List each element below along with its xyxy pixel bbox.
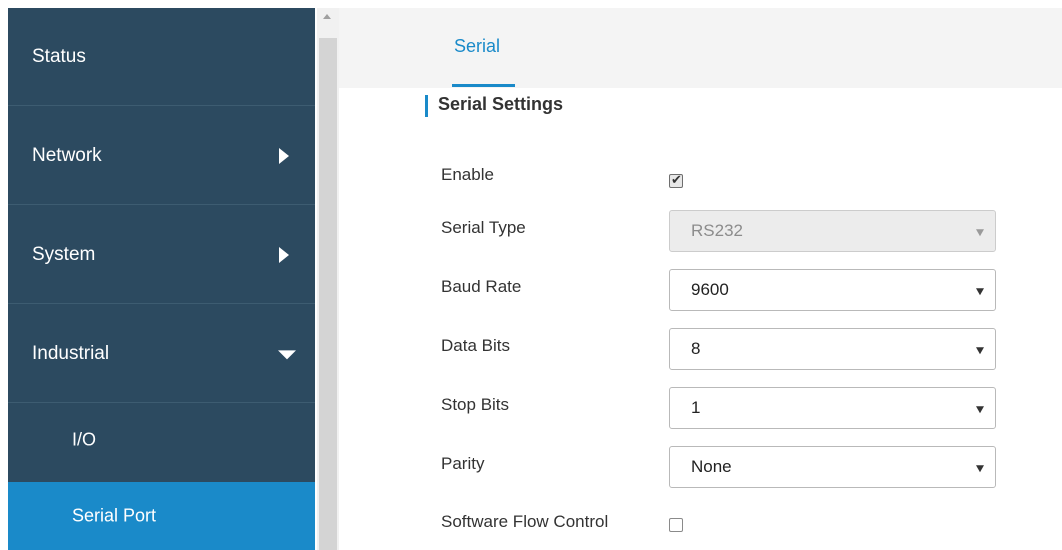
stop-bits-value: 1: [691, 398, 701, 417]
software-flow-control-label: Software Flow Control: [441, 512, 609, 531]
sidebar-subitem-io[interactable]: I/O: [8, 404, 315, 476]
parity-value: None: [691, 457, 732, 476]
sidebar-item-label: Industrial: [32, 342, 110, 364]
sidebar-subitem-serial-port[interactable]: Serial Port: [8, 482, 315, 550]
sidebar-item-label: System: [32, 243, 96, 265]
tab-serial[interactable]: Serial: [454, 36, 500, 57]
chevron-right-icon: [279, 147, 289, 164]
scroll-up-arrow-icon[interactable]: [323, 14, 331, 19]
dropdown-caret-icon: [976, 229, 984, 237]
sidebar-item-network[interactable]: Network: [8, 107, 315, 205]
data-bits-select[interactable]: 8: [669, 328, 996, 370]
dropdown-caret-icon: [976, 347, 984, 355]
enable-label: Enable: [441, 165, 494, 184]
parity-label: Parity: [441, 454, 485, 473]
tab-bar: Serial: [339, 8, 1062, 88]
sidebar-subitem-label: Serial Port: [72, 505, 157, 526]
sidebar-item-label: Status: [32, 45, 86, 67]
baud-rate-value: 9600: [691, 280, 729, 299]
serial-type-label: Serial Type: [441, 218, 526, 237]
chevron-right-icon: [279, 246, 289, 263]
section-title: Serial Settings: [438, 94, 564, 114]
sidebar-subitem-label: I/O: [72, 429, 97, 450]
serial-type-select: RS232: [669, 210, 996, 252]
data-bits-label: Data Bits: [441, 336, 510, 355]
sidebar: Status Network System Industrial I/O Ser…: [8, 8, 315, 550]
serial-type-value: RS232: [691, 221, 743, 240]
sidebar-item-industrial[interactable]: Industrial: [8, 305, 315, 403]
dropdown-caret-icon: [976, 465, 984, 473]
baud-rate-label: Baud Rate: [441, 277, 522, 296]
sidebar-item-system[interactable]: System: [8, 206, 315, 304]
enable-checkbox[interactable]: ✔: [669, 172, 683, 188]
dropdown-caret-icon: [976, 288, 984, 296]
sidebar-scrollbar[interactable]: [317, 8, 339, 550]
dropdown-caret-icon: [976, 406, 984, 414]
parity-select[interactable]: None: [669, 446, 996, 488]
baud-rate-select[interactable]: 9600: [669, 269, 996, 311]
stop-bits-select[interactable]: 1: [669, 387, 996, 429]
chevron-down-icon: [278, 349, 296, 359]
scrollbar-thumb[interactable]: [319, 38, 337, 550]
stop-bits-label: Stop Bits: [441, 395, 510, 414]
checkmark-icon: ✔: [671, 172, 682, 187]
data-bits-value: 8: [691, 339, 701, 358]
section-accent-bar: [425, 95, 428, 117]
sidebar-item-label: Network: [32, 144, 102, 166]
active-tab-indicator: [452, 84, 515, 87]
software-flow-control-checkbox[interactable]: [669, 518, 683, 532]
sidebar-item-status[interactable]: Status: [8, 8, 315, 106]
